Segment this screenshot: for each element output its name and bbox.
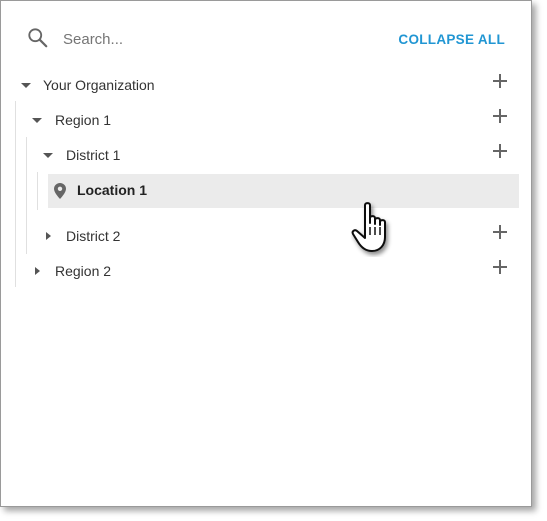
tree-node-label: District 2 xyxy=(66,228,121,244)
tree-indent-guide xyxy=(26,137,27,254)
add-icon[interactable] xyxy=(493,144,507,158)
chevron-down-icon[interactable] xyxy=(32,117,42,123)
collapse-all-button[interactable]: COLLAPSE ALL xyxy=(398,32,505,47)
add-icon[interactable] xyxy=(493,260,507,274)
search-bar: COLLAPSE ALL xyxy=(27,27,507,53)
tree-node-region-1[interactable]: Region 1 xyxy=(32,105,111,135)
tree-node-organization[interactable]: Your Organization xyxy=(21,70,155,100)
chevron-right-icon[interactable] xyxy=(46,232,51,240)
organization-tree-panel: COLLAPSE ALL Your Organization Region 1 … xyxy=(0,0,532,507)
search-input[interactable] xyxy=(63,27,303,51)
add-icon[interactable] xyxy=(493,74,507,88)
tree-node-label: Region 1 xyxy=(55,112,112,128)
hand-pointer-icon xyxy=(351,202,386,252)
tree-indent-guide xyxy=(37,172,38,210)
tree-indent-guide xyxy=(15,101,16,287)
tree-node-label: Region 2 xyxy=(55,263,112,279)
add-icon[interactable] xyxy=(493,109,507,123)
add-icon[interactable] xyxy=(493,225,507,239)
tree-node-district-1[interactable]: District 1 xyxy=(43,140,120,170)
tree-node-district-2[interactable]: District 2 xyxy=(46,221,120,251)
chevron-down-icon[interactable] xyxy=(21,82,31,88)
chevron-down-icon[interactable] xyxy=(43,152,53,158)
tree-node-label: Your Organization xyxy=(43,77,155,93)
tree-node-label: District 1 xyxy=(66,147,121,163)
search-icon xyxy=(28,28,48,48)
chevron-right-icon[interactable] xyxy=(35,267,40,275)
tree-node-label: Location 1 xyxy=(77,182,148,198)
tree-node-region-2[interactable]: Region 2 xyxy=(35,256,111,286)
map-pin-icon xyxy=(54,183,66,199)
